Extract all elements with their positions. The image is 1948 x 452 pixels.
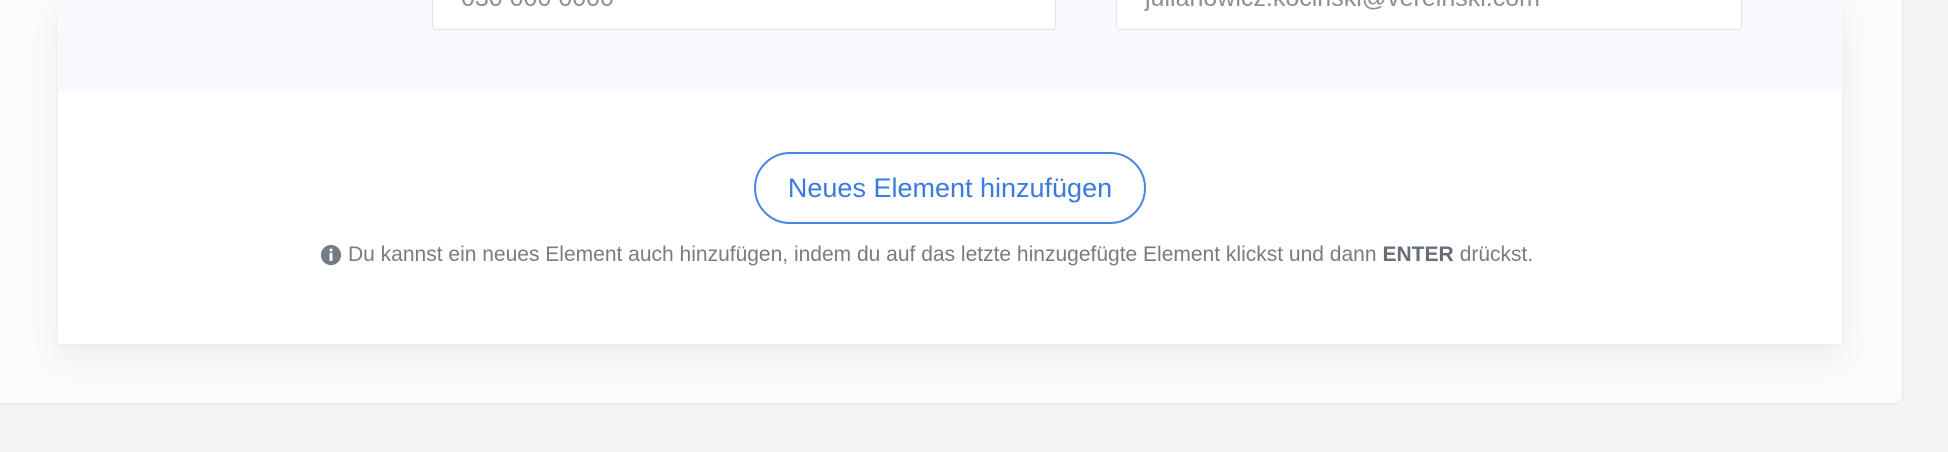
- outer-panel: 030 000 0000 julianowicz.kocinski@verein…: [0, 0, 1903, 404]
- list-item-row: 030 000 0000 julianowicz.kocinski@verein…: [58, 0, 1842, 91]
- info-circle-icon: [320, 244, 342, 266]
- email-field[interactable]: julianowicz.kocinski@vereinski.com: [1116, 0, 1742, 30]
- hint-text: Du kannst ein neues Element auch hinzufü…: [320, 240, 1533, 270]
- list-card: 030 000 0000 julianowicz.kocinski@verein…: [58, 0, 1842, 344]
- hint-text-before: Du kannst ein neues Element auch hinzufü…: [348, 243, 1377, 266]
- phone-field[interactable]: 030 000 0000: [432, 0, 1056, 30]
- hint-key-enter: ENTER: [1382, 243, 1454, 266]
- add-element-button[interactable]: Neues Element hinzufügen: [754, 152, 1146, 224]
- hint-text-after: drückst.: [1459, 243, 1534, 266]
